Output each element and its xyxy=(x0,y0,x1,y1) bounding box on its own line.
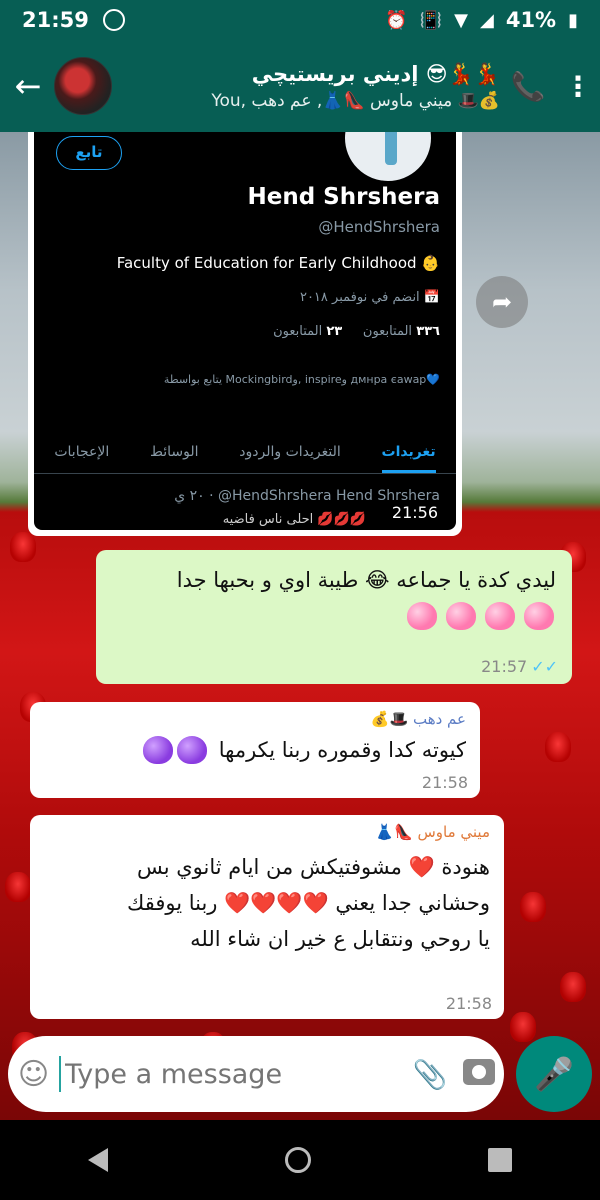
image-message[interactable]: تابع Hend Shrshera @HendShrshera Faculty… xyxy=(28,132,462,536)
mic-icon[interactable]: 🎤 xyxy=(516,1036,592,1112)
tab-tweets: تغريدات xyxy=(381,444,436,473)
profile-name: Hend Shrshera xyxy=(247,184,440,210)
purple-heart-icon xyxy=(176,736,207,764)
pink-heart-icon xyxy=(524,602,554,630)
chat-header: ← إديني بريستيچي 😎💃💃 You, ميني ماوس 👠👗, … xyxy=(0,40,600,132)
alarm-icon: ⏰ xyxy=(385,9,408,31)
pink-heart-icon xyxy=(445,602,476,630)
status-time: 21:59 xyxy=(22,8,89,32)
profile-counts: ٣٣٦ المتابعون ٢٣ المتابعون xyxy=(273,324,440,339)
sender-name: ميني ماوس 👠👗 xyxy=(375,823,490,841)
message-line-2: وحشاني جدا يعني ❤️❤️❤️❤️ ربنا يوفقك xyxy=(127,891,490,915)
whatsapp-icon xyxy=(102,9,125,31)
following-count: ٢٣ xyxy=(326,324,343,339)
more-options-icon[interactable]: ⋮ xyxy=(556,70,600,103)
add-call-icon[interactable]: 📞 xyxy=(500,70,556,103)
back-arrow-icon[interactable]: ← xyxy=(8,67,48,105)
status-icons: ⏰ 📳 ▼ ◢ 41% ▮ xyxy=(385,8,578,32)
message-time: 21:57 ✓✓ xyxy=(481,657,558,676)
tweet-text: احلى ناس فاضيه 💋💋💋 xyxy=(222,512,366,527)
sender-name: عم دهب 🎩💰 xyxy=(370,710,466,728)
profile-picture xyxy=(342,132,434,184)
message-composer: ☺ 📎 xyxy=(8,1036,504,1112)
group-info[interactable]: إديني بريستيچي 😎💃💃 You, ميني ماوس 👠👗, عم… xyxy=(124,62,500,111)
signal-icon: ◢ xyxy=(479,9,494,31)
followed-by: يتابع بواسطة Mockingbirdو, inspireو дмнр… xyxy=(163,373,440,386)
tab-media: الوسائط xyxy=(149,443,199,460)
message-line-1: هنودة ❤️ مشوفتيكش من ايام ثانوي بس xyxy=(136,855,490,879)
nav-recents-icon[interactable] xyxy=(487,1148,512,1172)
message-text: كيوته كدا وقموره ربنا يكرمها xyxy=(218,738,466,762)
emoji-icon[interactable]: ☺ xyxy=(8,1057,59,1092)
message-time: 21:58 xyxy=(421,773,468,792)
status-bar: 21:59 ⏰ 📳 ▼ ◢ 41% ▮ xyxy=(0,0,600,40)
wifi-icon: ▼ xyxy=(454,9,468,31)
attach-icon[interactable]: 📎 xyxy=(407,1058,453,1091)
camera-icon[interactable] xyxy=(453,1059,504,1089)
message-body: كيوته كدا وقموره ربنا يكرمها xyxy=(44,732,466,768)
followers-label: المتابعون xyxy=(362,324,413,339)
pink-heart-icon xyxy=(406,602,437,630)
nav-home-icon[interactable] xyxy=(284,1147,311,1173)
message-input[interactable] xyxy=(58,1056,407,1092)
group-avatar[interactable] xyxy=(54,57,112,115)
tab-likes: الإعجابات xyxy=(54,443,110,460)
profile-tabs: تغريدات التغريدات والردود الوسائط الإعجا… xyxy=(34,430,456,474)
vibrate-icon: 📳 xyxy=(419,9,443,31)
hearts-row xyxy=(141,736,209,764)
group-name: إديني بريستيچي 😎💃💃 xyxy=(251,61,500,86)
forward-icon[interactable]: ➦ xyxy=(476,276,528,328)
time-text: 21:57 xyxy=(481,657,528,676)
message-incoming[interactable]: ميني ماوس 👠👗 هنودة ❤️ مشوفتيكش من ايام ث… xyxy=(30,815,504,1019)
message-text: ليدي كدة يا جماعه 😂 طيبة اوي و بحبها جدا xyxy=(176,568,556,592)
follow-button: تابع xyxy=(56,136,122,170)
twitter-profile-screenshot: تابع Hend Shrshera @HendShrshera Faculty… xyxy=(34,132,456,530)
following-label: المتابعون xyxy=(273,324,323,339)
nav-back-icon[interactable] xyxy=(88,1148,109,1172)
tab-tweets-replies: التغريدات والردود xyxy=(239,443,341,460)
battery-icon: ▮ xyxy=(568,9,578,31)
message-incoming[interactable]: عم دهب 🎩💰 كيوته كدا وقموره ربنا يكرمها 2… xyxy=(30,702,480,798)
image-timestamp: 21:56 xyxy=(385,501,444,524)
followers-count: ٣٣٦ xyxy=(416,324,440,339)
profile-bio: Faculty of Education for Early Childhood… xyxy=(116,254,440,272)
group-members: You, ميني ماوس 👠👗, عم دهب 🎩💰 xyxy=(211,90,500,111)
read-ticks-icon: ✓✓ xyxy=(531,657,558,676)
message-line-3: يا روحي ونتقابل ع خير ان شاء الله xyxy=(190,927,490,951)
purple-heart-icon xyxy=(142,736,173,764)
profile-handle: @HendShrshera xyxy=(318,218,440,236)
profile-joined: انضم في نوفمبر ٢٠١٨ 📅 xyxy=(299,290,440,305)
battery-percent: 41% xyxy=(505,8,557,32)
system-nav-bar xyxy=(0,1120,600,1200)
pink-heart-icon xyxy=(484,602,515,630)
hearts-row xyxy=(112,602,556,630)
message-outgoing[interactable]: ليدي كدة يا جماعه 😂 طيبة اوي و بحبها جدا… xyxy=(96,550,572,684)
message-time: 21:58 xyxy=(445,994,492,1013)
